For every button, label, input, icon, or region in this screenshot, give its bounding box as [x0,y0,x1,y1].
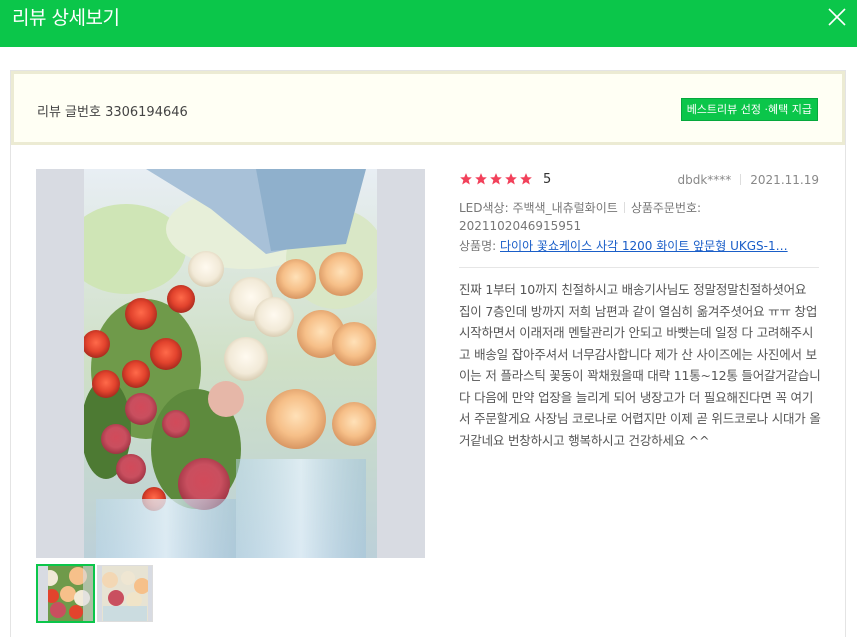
option-info: LED색상: 주백색_내츄럴화이트 상품주문번호: 202110204691595… [459,199,819,235]
thumbnail-2-image [98,566,152,621]
thumbnail-2[interactable] [97,565,153,622]
modal-title: 리뷰 상세보기 [12,7,120,29]
best-review-badge: 베스트리뷰 선정 ·혜택 지급 [680,98,818,121]
product-name-row: 상품명: 다이아 꽃쇼케이스 사각 1200 화이트 앞문형 UKGS-1… [459,237,819,254]
star-icon [475,173,487,185]
review-number: 리뷰 글번호 3306194646 [37,105,188,120]
review-header-box: 리뷰 글번호 3306194646 베스트리뷰 선정 ·혜택 지급 [11,71,845,145]
review-date: 2021.11.19 [750,173,819,187]
reviewer-id: dbdk**** [677,173,732,187]
star-icon [460,173,472,185]
section-divider [459,267,819,268]
star-rating [459,172,534,192]
option-text: LED색상: 주백색_내츄럴화이트 [459,201,618,215]
close-icon[interactable] [825,5,849,29]
review-main-photo[interactable] [36,169,425,558]
star-icon [505,173,517,185]
thumbnail-1[interactable] [36,564,95,623]
star-icon [490,173,502,185]
flower-photo-image [36,169,425,558]
product-link[interactable]: 다이아 꽃쇼케이스 사각 1200 화이트 앞문형 UKGS-1… [500,239,788,253]
order-number: 2021102046915951 [459,219,582,233]
modal-title-bar: 리뷰 상세보기 [0,0,857,47]
divider [740,174,742,185]
thumbnail-1-image [38,566,93,621]
order-number-label: 상품주문번호: [630,201,702,215]
divider [623,202,625,213]
rating-value: 5 [543,172,552,187]
star-icon [520,173,532,185]
product-label: 상품명: [459,239,497,253]
review-body-text: 진짜 1부터 10까지 친절하시고 배송기사님도 정말정말친절하셧어요 집이 7… [459,282,821,448]
user-date: dbdk**** 2021.11.19 [677,173,819,187]
